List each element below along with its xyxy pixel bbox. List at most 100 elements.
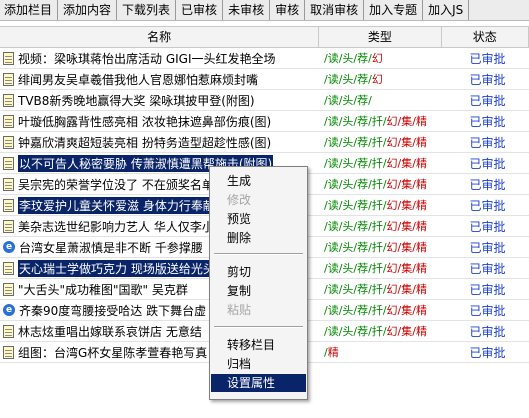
type-flags: /读/头/荐/扦/ (324, 157, 387, 170)
column-header-status[interactable]: 状态 (442, 27, 529, 47)
type-cell: /读/头/荐/扦/幻/集/精 (320, 155, 446, 171)
add-content-button[interactable]: 添加内容 (58, 0, 118, 20)
row-title[interactable]: 天心瑞士学做巧克力 现场版送给光头 (18, 259, 216, 277)
type-flags-highlight: 幻/集/精 (386, 157, 427, 170)
status-cell[interactable]: 已审批 (446, 344, 529, 361)
row-title[interactable]: 台湾女星萧淑慎是非不断 千参撑腰 (19, 239, 203, 256)
row-title[interactable]: "大舌头"成功稚图"国歌" 吴克群 (18, 281, 188, 298)
row-title[interactable]: 绯闻男友吴卓羲借我他人官恩娜怕惹麻烦封嘴 (18, 71, 258, 88)
menu-item-cut[interactable]: 剪切 (211, 263, 306, 281)
status-cell[interactable]: 已审批 (446, 155, 529, 172)
type-cell: /读/头/荐/幻 (320, 50, 446, 66)
row-title[interactable]: 吴宗宪的荣誉学位没了 不在颁奖名单 (18, 176, 214, 193)
add-to-js-button[interactable]: 加入JS (423, 0, 470, 20)
document-icon (3, 93, 14, 107)
type-flags: /读/头/荐/扦/ (324, 136, 387, 149)
add-to-topic-button[interactable]: 加入专题 (364, 0, 424, 20)
type-cell: /读/头/荐/扦/幻/集/精 (320, 260, 446, 276)
review-button[interactable]: 审核 (270, 0, 306, 20)
type-flags-highlight: 幻/集/精 (386, 220, 427, 233)
type-flags: /读/头/荐/扦/ (324, 262, 387, 275)
row-title[interactable]: 齐秦90度弯腰接受哈达 跌下舞台虚 (19, 302, 206, 319)
title-cell: TVB8新秀晚地赢得大奖 梁咏琪披甲登(附图) (0, 92, 320, 109)
status-cell[interactable]: 已审批 (446, 323, 529, 340)
document-icon (3, 324, 14, 338)
type-cell: /读/头/荐/扦/幻/集/精 (320, 218, 446, 234)
title-cell: 视频：梁咏琪蒋怡出席活动 GIGI一头红发艳全场 (0, 50, 320, 67)
title-cell: 钟嘉欣清爽超短装亮相 扮特务造型超趁性感(图) (0, 134, 320, 151)
status-cell[interactable]: 已审批 (446, 176, 529, 193)
menu-separator (214, 253, 303, 255)
row-title[interactable]: 视频：梁咏琪蒋怡出席活动 GIGI一头红发艳全场 (18, 50, 276, 67)
document-icon (3, 51, 14, 65)
type-flags: /读/头/荐/扦/ (324, 304, 387, 317)
document-icon (3, 135, 14, 149)
type-flags: /读/头/荐/扦/ (324, 199, 387, 212)
type-cell: /读/头/荐/ (320, 92, 446, 108)
table-row[interactable]: 叶璇低胸露背性感亮相 浓妆艳抹遮鼻部伤痕(图) /读/头/荐/扦/幻/集/精 已审批 (0, 111, 529, 132)
type-flags-highlight: 幻/集/精 (386, 199, 427, 212)
document-icon (3, 345, 14, 359)
status-cell[interactable]: 已审批 (446, 218, 529, 235)
table-row[interactable]: TVB8新秀晚地赢得大奖 梁咏琪披甲登(附图) /读/头/荐/已审批 (0, 90, 529, 111)
type-flags-highlight: 精 (327, 346, 339, 359)
table-row[interactable]: 视频：梁咏琪蒋怡出席活动 GIGI一头红发艳全场/读/头/荐/幻 已审批 (0, 48, 529, 69)
type-cell: /读/头/荐/扦/幻/集/精 (320, 239, 446, 255)
column-header-name[interactable]: 名称 (0, 27, 320, 47)
status-cell[interactable]: 已审批 (446, 113, 529, 130)
type-flags: /读/头/荐/扦/ (324, 178, 387, 191)
status-cell[interactable]: 已审批 (446, 302, 529, 319)
row-title[interactable]: TVB8新秀晚地赢得大奖 梁咏琪披甲登(附图) (18, 92, 255, 109)
row-title[interactable]: 林志炫重唱出嫁联系哀饼店 无意结 (18, 323, 202, 340)
type-cell: /读/头/荐/幻 (320, 71, 446, 87)
title-cell: 绯闻男友吴卓羲借我他人官恩娜怕惹麻烦封嘴 (0, 71, 320, 88)
unreviewed-filter-button[interactable]: 未审核 (223, 0, 271, 20)
cancel-review-button[interactable]: 取消审核 (305, 0, 365, 20)
menu-item-delete[interactable]: 删除 (211, 229, 306, 247)
menu-item-move-column[interactable]: 转移栏目 (211, 336, 306, 354)
status-cell[interactable]: 已审批 (446, 134, 529, 151)
toolbar: 添加栏目 添加内容 下载列表 已审核 未审核 审核 取消审核 加入专题 加入JS (0, 0, 529, 21)
status-cell[interactable]: 已审批 (446, 281, 529, 298)
document-icon (3, 282, 14, 296)
menu-item-generate[interactable]: 生成 (211, 172, 306, 190)
type-flags: /读/头/荐/扦/ (324, 241, 387, 254)
type-flags: /读/头/荐/扦/ (324, 325, 387, 338)
type-flags: /读/头/荐/ (324, 94, 372, 107)
menu-item-set-properties[interactable]: 设置属性 (211, 374, 306, 392)
context-menu: 生成 修改 预览 删除剪切 复制 粘贴转移栏目 归档 设置属性 (209, 166, 308, 400)
row-title[interactable]: 钟嘉欣清爽超短装亮相 扮特务造型超趁性感(图) (18, 134, 271, 151)
column-header-type[interactable]: 类型 (319, 27, 442, 47)
menu-item-archive[interactable]: 归档 (211, 355, 306, 373)
type-flags-highlight: 幻 (371, 52, 383, 65)
status-cell[interactable]: 已审批 (446, 50, 529, 67)
row-title[interactable]: 李玟爱护儿童关怀爱滋 身体力行奉献 (18, 196, 216, 214)
type-cell: /读/头/荐/扦/幻/集/精 (320, 113, 446, 129)
status-cell[interactable]: 已审批 (446, 92, 529, 109)
menu-item-copy[interactable]: 复制 (211, 282, 306, 300)
title-cell: 叶璇低胸露背性感亮相 浓妆艳抹遮鼻部伤痕(图) (0, 113, 320, 130)
row-title[interactable]: 叶璇低胸露背性感亮相 浓妆艳抹遮鼻部伤痕(图) (18, 113, 271, 130)
type-flags-highlight: 幻/集/精 (386, 241, 427, 254)
menu-item-paste[interactable]: 粘贴 (211, 301, 306, 319)
menu-item-preview[interactable]: 预览 (211, 210, 306, 228)
type-flags: /读/头/荐/ (324, 73, 372, 86)
table-row[interactable]: 钟嘉欣清爽超短装亮相 扮特务造型超趁性感(图)/读/头/荐/扦/幻/集/精 已审批 (0, 132, 529, 153)
row-title[interactable]: 组图：台湾G杯女星陈孝萱春艳写真 (18, 344, 207, 361)
web-link-icon: e (3, 241, 15, 253)
status-cell[interactable]: 已审批 (446, 197, 529, 214)
document-icon (3, 177, 14, 191)
reviewed-filter-button[interactable]: 已审核 (176, 0, 224, 20)
download-list-button[interactable]: 下载列表 (117, 0, 177, 20)
table-row[interactable]: 绯闻男友吴卓羲借我他人官恩娜怕惹麻烦封嘴/读/头/荐/幻 已审批 (0, 69, 529, 90)
add-column-button[interactable]: 添加栏目 (0, 0, 59, 20)
status-cell[interactable]: 已审批 (446, 239, 529, 256)
menu-separator (214, 326, 303, 328)
status-cell[interactable]: 已审批 (446, 260, 529, 277)
table-header: 名称 类型 状态 (0, 26, 529, 48)
document-icon (3, 114, 14, 128)
row-title[interactable]: 美杂志选世纪影响力艺人 华人仅李小龙 (18, 218, 226, 235)
status-cell[interactable]: 已审批 (446, 71, 529, 88)
menu-item-edit[interactable]: 修改 (211, 191, 306, 209)
type-cell: /读/头/荐/扦/幻/集/精 (320, 281, 446, 297)
